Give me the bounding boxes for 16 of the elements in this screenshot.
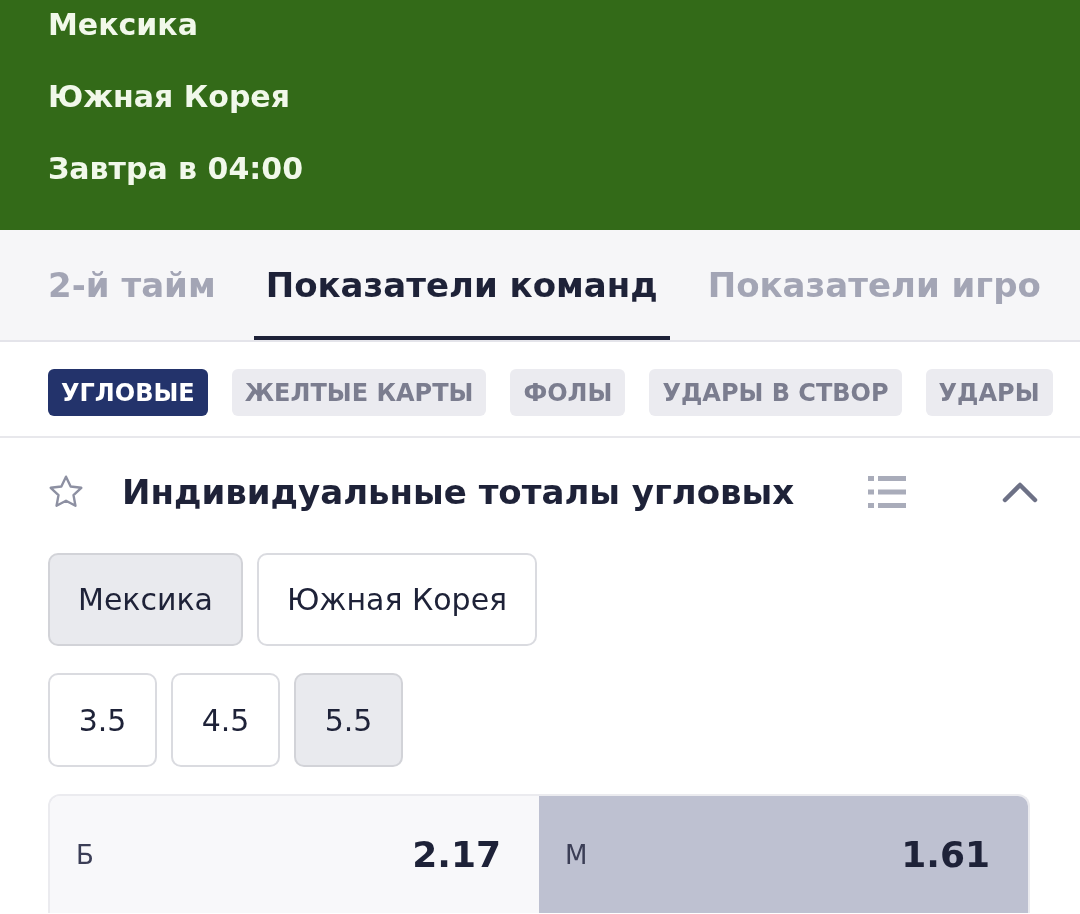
team-name: Мексика [48, 6, 198, 44]
match-time: Завтра в 04:00 [48, 150, 303, 188]
market-title: Индивидуальные тоталы угловых [122, 472, 795, 512]
chevron-icon[interactable] [1002, 481, 1038, 503]
total-line-button[interactable]: 4.5 [171, 673, 280, 767]
team-button[interactable]: Мексика [48, 553, 243, 646]
team-name: Южная Корея [48, 78, 290, 116]
total-line-button[interactable]: 3.5 [48, 673, 157, 767]
tab[interactable]: Показатели команд [253, 230, 670, 340]
total-line-button[interactable]: 5.5 [294, 673, 403, 767]
star-icon[interactable] [48, 474, 84, 510]
odds-button[interactable]: М 1.61 [539, 796, 1028, 913]
category-chip[interactable]: УГЛОВЫЕ [48, 369, 208, 416]
list-icon[interactable] [868, 476, 906, 508]
team-button[interactable]: Южная Корея [256, 553, 538, 646]
odds-button[interactable]: Б 2.17 [50, 796, 539, 913]
